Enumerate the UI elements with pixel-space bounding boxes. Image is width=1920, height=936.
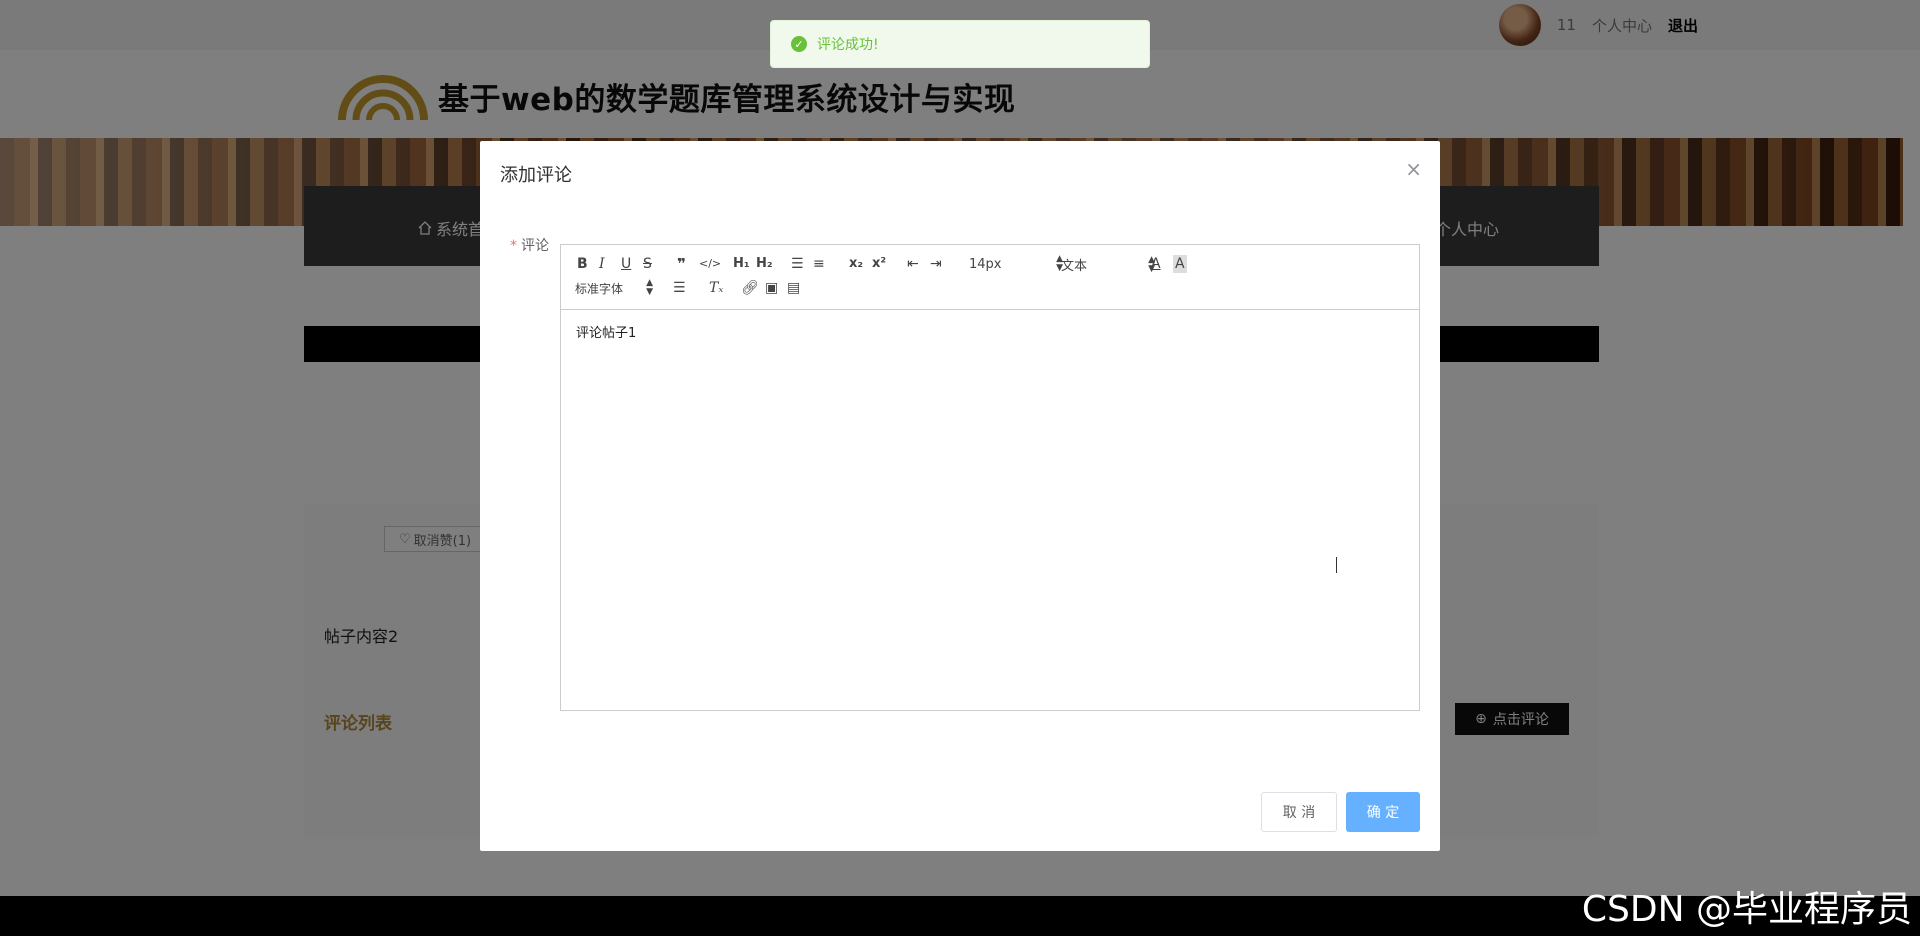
outdent-icon[interactable]: ⇤	[907, 255, 919, 273]
editor-text: 评论帖子1	[576, 326, 637, 341]
add-comment-dialog: 添加评论 × * 评论 B I U S ❞ </> H₁ H₂ ☰ ≡ x₂ x²…	[480, 141, 1440, 851]
font-color-icon[interactable]: A	[1151, 255, 1161, 273]
video-icon[interactable]: ▤	[787, 279, 800, 297]
bullet-list-icon[interactable]: ≡	[813, 255, 825, 273]
editor-toolbar: B I U S ❞ </> H₁ H₂ ☰ ≡ x₂ x² ⇤ ⇥ 14px ▲…	[561, 245, 1419, 310]
underline-icon[interactable]: U	[621, 255, 631, 273]
superscript-icon[interactable]: x²	[872, 255, 886, 273]
font-size-select[interactable]: 14px ▲ ▼	[969, 255, 1063, 273]
close-icon[interactable]: ×	[1405, 157, 1422, 181]
ordered-list-icon[interactable]: ☰	[791, 255, 804, 273]
cancel-button[interactable]: 取 消	[1261, 792, 1337, 832]
heading-select[interactable]: 文本 ▲ ▼	[1061, 255, 1155, 274]
rich-text-editor: B I U S ❞ </> H₁ H₂ ☰ ≡ x₂ x² ⇤ ⇥ 14px ▲…	[560, 244, 1420, 711]
check-circle-icon: ✓	[791, 36, 807, 52]
select-arrows-icon: ▲ ▼	[646, 278, 653, 297]
text-cursor-icon	[1336, 557, 1344, 573]
font-family-value: 标准字体	[575, 281, 624, 296]
link-icon[interactable]: 🔗︎	[741, 279, 759, 297]
strikethrough-icon[interactable]: S	[643, 255, 652, 273]
required-mark: *	[510, 238, 517, 254]
editor-content-area[interactable]: 评论帖子1	[561, 310, 1419, 710]
confirm-button[interactable]: 确 定	[1346, 792, 1420, 832]
toast-message: 评论成功!	[817, 37, 879, 53]
clear-format-icon[interactable]: Tₓ	[709, 279, 723, 297]
code-block-icon[interactable]: </>	[699, 255, 721, 273]
font-size-value: 14px	[969, 256, 1002, 272]
italic-icon[interactable]: I	[599, 255, 605, 273]
dialog-title: 添加评论	[500, 165, 572, 186]
bold-icon[interactable]: B	[577, 255, 588, 273]
heading-2-icon[interactable]: H₂	[756, 255, 773, 273]
watermark: CSDN @毕业程序员	[1581, 889, 1912, 930]
blockquote-icon[interactable]: ❞	[677, 255, 686, 273]
heading-1-icon[interactable]: H₁	[733, 255, 750, 273]
subscript-icon[interactable]: x₂	[849, 255, 863, 273]
image-icon[interactable]: ▣	[765, 279, 778, 297]
align-icon[interactable]: ☰	[673, 279, 686, 297]
background-color-icon[interactable]: A	[1173, 255, 1187, 273]
comment-field-label: * 评论	[510, 235, 549, 255]
success-toast: ✓ 评论成功!	[770, 20, 1150, 68]
font-family-select[interactable]: 标准字体 ▲ ▼	[575, 279, 653, 297]
indent-icon[interactable]: ⇥	[930, 255, 942, 273]
heading-value: 文本	[1061, 259, 1088, 274]
comment-field-label-text: 评论	[521, 238, 549, 254]
